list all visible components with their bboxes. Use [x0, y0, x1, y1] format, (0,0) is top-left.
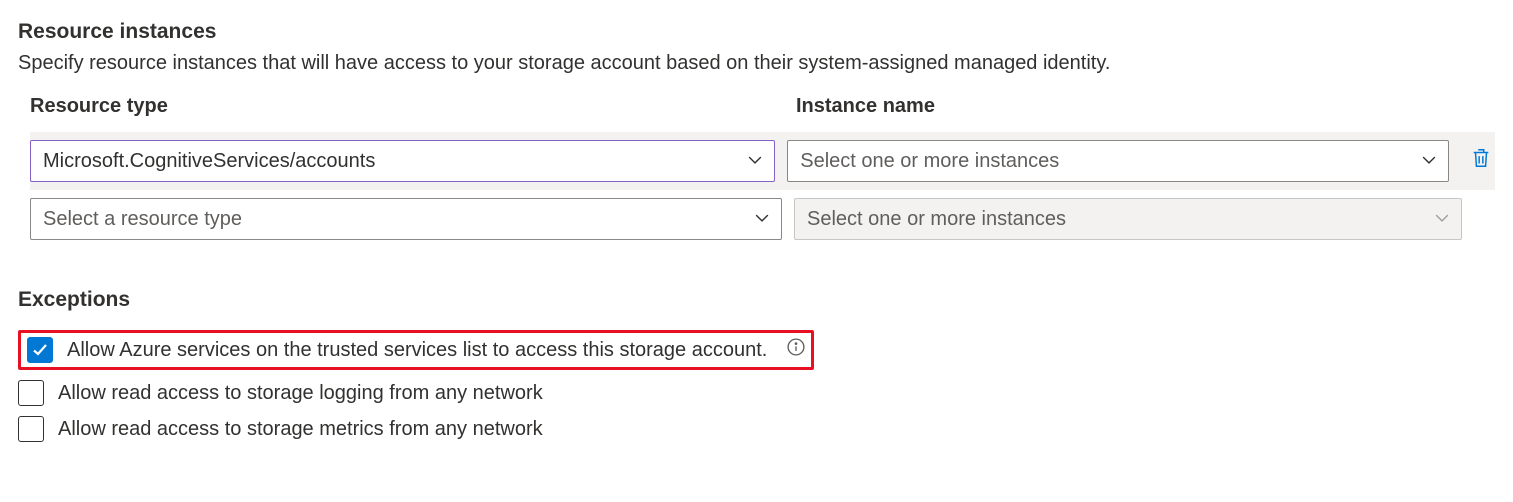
- chevron-down-icon: [755, 208, 769, 231]
- exception-checkbox[interactable]: [18, 416, 44, 442]
- resource-instances-description: Specify resource instances that will hav…: [18, 52, 1495, 75]
- exception-checkbox[interactable]: [18, 380, 44, 406]
- exception-item-metrics: Allow read access to storage metrics fro…: [18, 416, 1495, 442]
- exception-label: Allow read access to storage metrics fro…: [58, 418, 543, 441]
- exceptions-heading: Exceptions: [18, 288, 1495, 312]
- chevron-down-icon: [1435, 208, 1449, 231]
- instance-name-dropdown: Select one or more instances: [794, 198, 1462, 240]
- resource-instance-row: Select a resource type Select one or mor…: [30, 190, 1495, 248]
- trash-icon: [1470, 147, 1492, 175]
- info-icon[interactable]: [781, 338, 805, 362]
- resource-type-value: Microsoft.CognitiveServices/accounts: [43, 150, 375, 173]
- resource-type-dropdown[interactable]: Microsoft.CognitiveServices/accounts: [30, 140, 775, 182]
- instance-name-dropdown[interactable]: Select one or more instances: [787, 140, 1449, 182]
- exceptions-section: Exceptions Allow Azure services on the t…: [18, 288, 1495, 442]
- chevron-down-icon: [748, 150, 762, 173]
- exception-label: Allow Azure services on the trusted serv…: [67, 339, 767, 362]
- exception-checkbox[interactable]: [27, 337, 53, 363]
- exception-item-logging: Allow read access to storage logging fro…: [18, 380, 1495, 406]
- delete-row-button[interactable]: [1467, 147, 1495, 175]
- resource-instance-row: Microsoft.CognitiveServices/accounts Sel…: [30, 132, 1495, 190]
- instance-name-placeholder: Select one or more instances: [800, 150, 1059, 173]
- instance-name-placeholder: Select one or more instances: [807, 208, 1066, 231]
- resource-type-dropdown[interactable]: Select a resource type: [30, 198, 782, 240]
- resource-type-placeholder: Select a resource type: [43, 208, 242, 231]
- chevron-down-icon: [1422, 150, 1436, 173]
- resource-instances-heading: Resource instances: [18, 20, 1495, 44]
- exception-item-trusted-services: Allow Azure services on the trusted serv…: [18, 330, 814, 370]
- column-headers-row: Resource type Instance name: [30, 95, 1495, 118]
- exception-label: Allow read access to storage logging fro…: [58, 382, 543, 405]
- resource-instances-table: Resource type Instance name Microsoft.Co…: [30, 95, 1495, 248]
- resource-type-column-header: Resource type: [30, 95, 784, 118]
- instance-name-column-header: Instance name: [796, 95, 1466, 118]
- resource-instances-section: Resource instances Specify resource inst…: [18, 20, 1495, 248]
